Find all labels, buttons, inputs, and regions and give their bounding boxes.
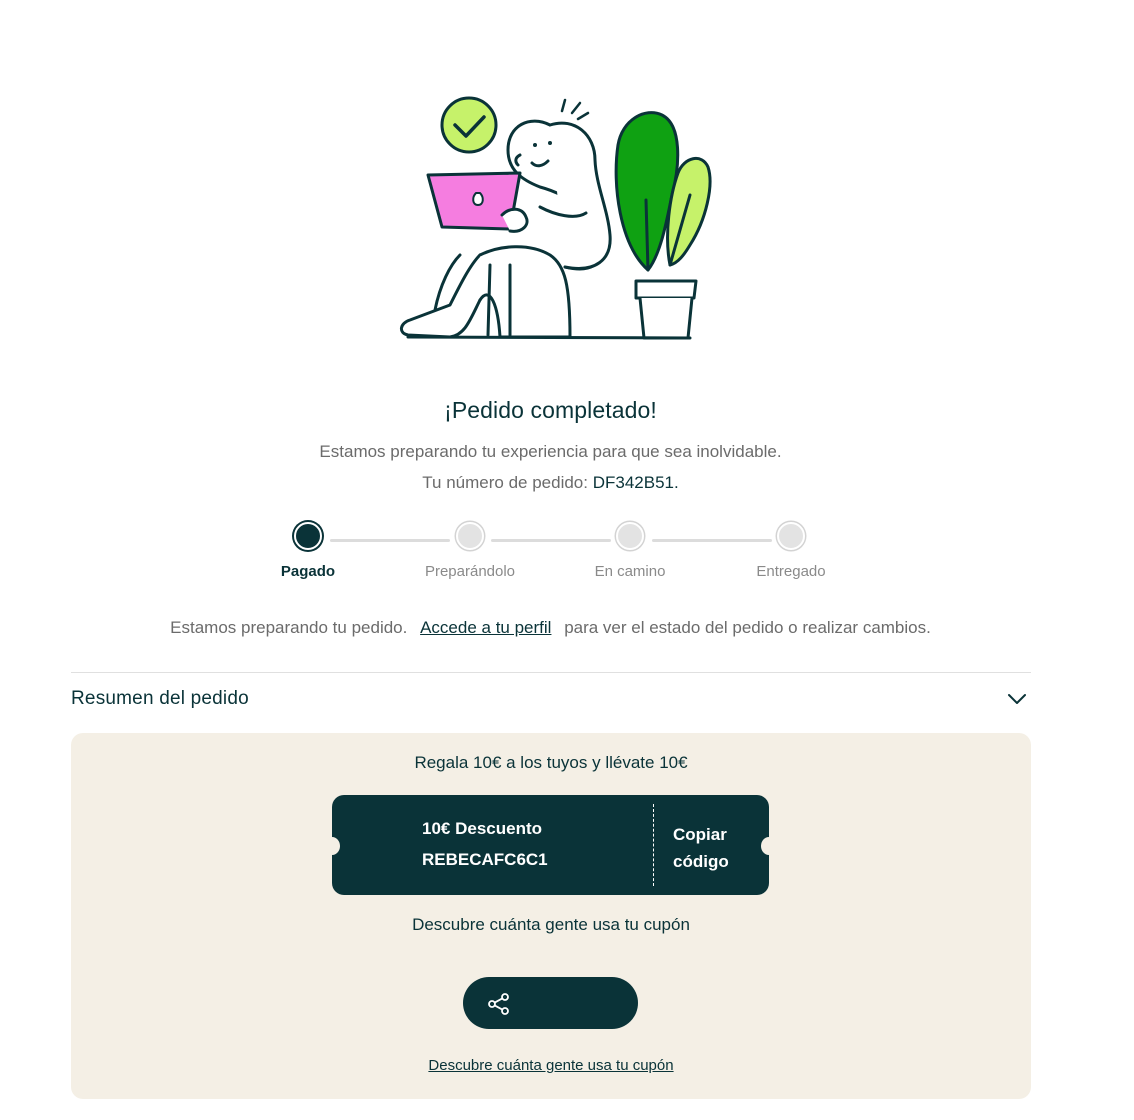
info-text-after: para ver el estado del pedido o realizar…: [564, 618, 931, 637]
coupon-divider: [653, 804, 654, 886]
divider: [71, 672, 1031, 673]
copy-code-label-1: Copiar: [673, 825, 727, 844]
profile-info-line: Estamos preparando tu pedido. Accede a t…: [0, 618, 1101, 638]
check-badge-icon: [440, 96, 498, 154]
order-number: DF342B51.: [592, 473, 679, 492]
coupon-discount: 10€ Descuento: [422, 819, 542, 838]
step-entregado: Entregado: [711, 522, 871, 580]
chevron-down-icon[interactable]: [1006, 688, 1028, 710]
ticket-notch: [761, 837, 777, 855]
order-summary-toggle[interactable]: Resumen del pedido: [71, 686, 1031, 712]
page-title: ¡Pedido completado!: [444, 397, 657, 423]
referral-promo-card: Regala 10€ a los tuyos y llévate 10€ 10€…: [71, 733, 1031, 1099]
profile-link[interactable]: Accede a tu perfil: [420, 618, 551, 637]
info-text-before: Estamos preparando tu pedido.: [170, 618, 408, 637]
coupon-ticket: 10€ Descuento REBECAFC6C1 Copiar código: [324, 795, 777, 895]
copy-code-label-2: código: [673, 852, 729, 871]
discover-link[interactable]: Descubre cuánta gente usa tu cupón: [71, 1057, 1031, 1074]
ticket-notch: [324, 837, 340, 855]
share-button[interactable]: [463, 977, 638, 1029]
order-number-label: Tu número de pedido:: [422, 473, 588, 492]
step-indicator: [777, 522, 805, 550]
share-icon: [488, 993, 509, 1015]
copy-code-button[interactable]: Copiar código: [673, 821, 729, 875]
person-legs: [400, 253, 482, 339]
discover-text: Descubre cuánta gente usa tu cupón: [412, 915, 690, 934]
plant-pot: [634, 279, 698, 300]
order-complete-illustration: [400, 96, 712, 340]
coupon-code: REBECAFC6C1: [422, 850, 548, 869]
step-label: Entregado: [756, 563, 826, 580]
step-label: Pagado: [280, 563, 336, 580]
promo-title: Regala 10€ a los tuyos y llévate 10€: [414, 753, 688, 772]
step-en-camino: En camino: [550, 522, 710, 580]
step-label: Preparándolo: [424, 563, 516, 580]
step-indicator: [456, 522, 484, 550]
step-pagado: Pagado: [228, 522, 388, 580]
step-indicator: [616, 522, 644, 550]
order-summary-title: Resumen del pedido: [71, 688, 249, 709]
step-label: En camino: [594, 563, 666, 580]
order-status-stepper: Pagado Preparándolo En camino Entregado: [258, 522, 858, 592]
page-subtitle: Estamos preparando tu experiencia para q…: [319, 442, 782, 461]
step-indicator: [294, 522, 322, 550]
step-preparandolo: Preparándolo: [390, 522, 550, 580]
order-number-line: Tu número de pedido: DF342B51.: [0, 473, 1101, 493]
